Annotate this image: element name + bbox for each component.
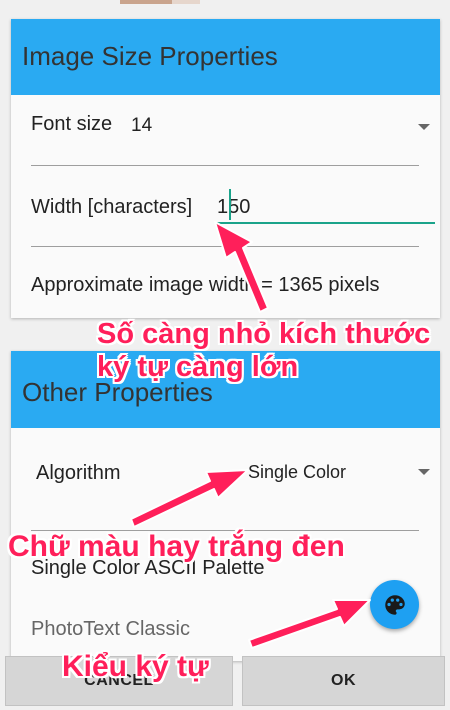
- font-size-divider: [31, 165, 419, 166]
- image-size-header: Image Size Properties: [11, 19, 440, 95]
- algorithm-dropdown-caret-down-icon[interactable]: [418, 469, 430, 475]
- image-size-title: Image Size Properties: [22, 41, 278, 71]
- annotation-note-3: Kiểu ký tự: [62, 650, 209, 683]
- preview-image-edge-highlight: [172, 0, 200, 4]
- annotation-note-1-line-2: ký tự càng lớn: [97, 351, 299, 383]
- width-input-underline: [217, 222, 435, 224]
- approx-width-text: Approximate image width = 1365 pixels: [31, 274, 380, 296]
- algorithm-select[interactable]: Single Color: [248, 462, 346, 483]
- image-size-card: Image Size Properties Font size 14 Width…: [11, 19, 440, 318]
- algorithm-label: Algorithm: [36, 462, 121, 484]
- font-size-dropdown-caret-down-icon[interactable]: [418, 124, 430, 130]
- top-strip: [0, 0, 450, 6]
- ok-button[interactable]: OK: [242, 656, 445, 706]
- font-size-value[interactable]: 14: [131, 115, 152, 137]
- font-size-label: Font size: [31, 113, 113, 135]
- palette-fab-button[interactable]: [370, 580, 419, 629]
- annotation-note-2: Chữ màu hay trắng đen: [8, 530, 345, 563]
- width-divider: [31, 246, 419, 247]
- annotation-note-1-line-1: Số càng nhỏ kích thước: [97, 318, 431, 350]
- text-cursor: [229, 189, 231, 220]
- width-input[interactable]: 150: [217, 196, 250, 219]
- width-label: Width [characters]: [31, 196, 193, 218]
- style-label[interactable]: PhotoText Classic: [31, 618, 190, 641]
- palette-icon: [384, 594, 405, 615]
